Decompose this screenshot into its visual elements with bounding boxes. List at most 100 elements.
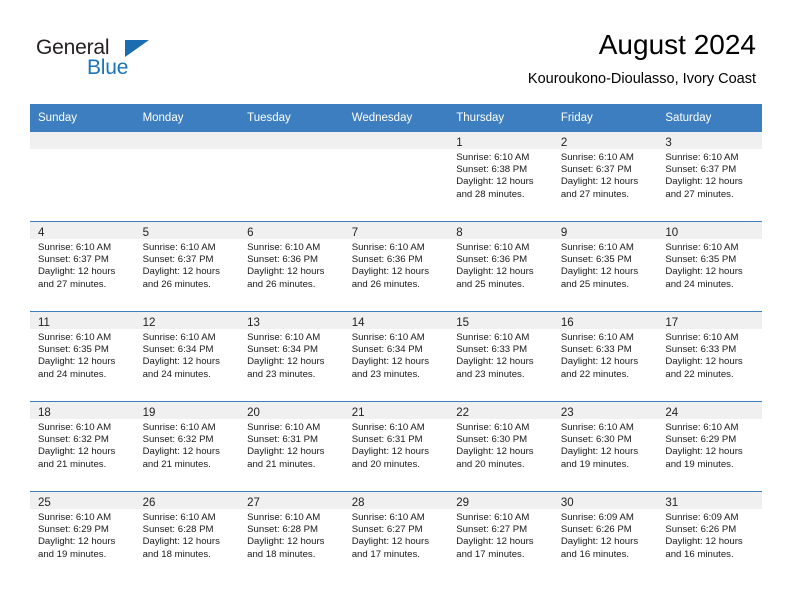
day-number: 6	[247, 227, 254, 239]
day-detail-line: Sunset: 6:29 PM	[665, 434, 737, 446]
day-detail-line: Sunrise: 6:10 AM	[665, 152, 739, 163]
day-number: 10	[665, 227, 679, 239]
calendar-body: 1 Sunrise: 6:10 AM Sunset: 6:38 PM Daylight…	[30, 132, 762, 581]
day-cell[interactable]: 13 Sunrise: 6:10 AM Sunset: 6:34 PM Dayligh…	[239, 311, 344, 402]
day-detail-line: and 20 minutes.	[351, 458, 420, 470]
day-number-band: 11	[30, 312, 135, 329]
day-cell[interactable]: 5 Sunrise: 6:10 AM Sunset: 6:37 PM Daylight…	[134, 221, 240, 312]
day-detail-line: Sunrise: 6:10 AM	[665, 242, 739, 253]
day-details	[30, 149, 135, 152]
day-cell[interactable]: 12 Sunrise: 6:10 AM Sunset: 6:34 PM Dayligh…	[134, 311, 240, 402]
day-detail-line: Sunrise: 6:10 AM	[142, 422, 216, 433]
day-detail-line: Daylight: 12 hours	[665, 266, 743, 278]
day-detail-line: and 26 minutes.	[142, 278, 211, 290]
calendar-table: Sunday Monday Tuesday Wednesday Thursday Frid…	[30, 104, 762, 581]
day-details	[239, 149, 344, 152]
day-detail-line: Sunset: 6:37 PM	[665, 164, 737, 176]
day-detail-line: Sunrise: 6:10 AM	[665, 422, 739, 433]
day-details: Sunrise: 6:10 AM Sunset: 6:29 PM Daylight:…	[657, 419, 762, 471]
day-detail-line: Daylight: 12 hours	[142, 356, 220, 368]
day-cell[interactable]: 2 Sunrise: 6:10 AM Sunset: 6:37 PM Daylight…	[552, 132, 658, 222]
day-number: 19	[142, 407, 156, 419]
day-number: 5	[142, 227, 149, 239]
day-cell[interactable]: 28 Sunrise: 6:10 AM Sunset: 6:27 PM Dayligh…	[343, 491, 449, 581]
day-cell[interactable]: 29 Sunrise: 6:10 AM Sunset: 6:27 PM Dayligh…	[448, 491, 553, 581]
day-cell[interactable]: 30 Sunrise: 6:09 AM Sunset: 6:26 PM Dayligh…	[552, 491, 658, 581]
day-cell[interactable]: 31 Sunrise: 6:09 AM Sunset: 6:26 PM Dayligh…	[657, 491, 762, 581]
day-cell[interactable]: 24 Sunrise: 6:10 AM Sunset: 6:29 PM Dayligh…	[657, 401, 762, 492]
day-detail-line: Daylight: 12 hours	[456, 446, 534, 458]
day-detail-line: and 19 minutes.	[665, 458, 734, 470]
day-detail-line: and 21 minutes.	[38, 458, 107, 470]
day-number: 9	[560, 227, 568, 239]
day-cell[interactable]: 17 Sunrise: 6:10 AM Sunset: 6:33 PM Dayligh…	[657, 311, 762, 402]
day-detail-line: and 23 minutes.	[247, 368, 316, 380]
weekday-header-thursday: Thursday	[448, 104, 553, 132]
day-detail-line: and 19 minutes.	[560, 458, 630, 470]
day-number-band	[134, 132, 240, 149]
day-number: 21	[351, 407, 365, 419]
day-number-band: 1	[448, 132, 553, 149]
day-cell[interactable]: 22 Sunrise: 6:10 AM Sunset: 6:30 PM Dayligh…	[448, 401, 553, 492]
day-number-band: 27	[239, 492, 344, 509]
day-details: Sunrise: 6:10 AM Sunset: 6:29 PM Daylight:…	[30, 509, 135, 561]
weekday-header-row: Sunday Monday Tuesday Wednesday Thursday Frid…	[30, 104, 762, 132]
day-cell-empty	[239, 132, 344, 222]
day-cell[interactable]: 27 Sunrise: 6:10 AM Sunset: 6:28 PM Dayligh…	[239, 491, 344, 581]
day-details	[135, 149, 240, 152]
day-detail-line: Daylight: 12 hours	[456, 266, 534, 278]
day-number: 1	[456, 137, 463, 149]
day-detail-line: and 24 minutes.	[38, 368, 107, 380]
day-cell[interactable]: 23 Sunrise: 6:10 AM Sunset: 6:30 PM Dayligh…	[552, 401, 658, 492]
day-number-band	[343, 132, 449, 149]
day-detail-line: Sunrise: 6:10 AM	[665, 332, 739, 343]
day-number-band: 2	[552, 132, 658, 149]
weekday-header-monday: Monday	[134, 104, 240, 132]
day-number-band: 29	[448, 492, 553, 509]
day-number-band: 12	[134, 312, 240, 329]
day-number: 12	[142, 317, 156, 329]
day-cell[interactable]: 18 Sunrise: 6:10 AM Sunset: 6:32 PM Dayligh…	[30, 401, 135, 492]
day-cell[interactable]: 11 Sunrise: 6:10 AM Sunset: 6:35 PM Dayligh…	[30, 311, 135, 402]
brand-logo[interactable]: General Blue	[36, 36, 216, 82]
day-details: Sunrise: 6:10 AM Sunset: 6:28 PM Daylight:…	[239, 509, 344, 561]
day-number-band: 14	[343, 312, 449, 329]
day-cell[interactable]: 21 Sunrise: 6:10 AM Sunset: 6:31 PM Dayligh…	[343, 401, 449, 492]
day-cell[interactable]: 4 Sunrise: 6:10 AM Sunset: 6:37 PM Daylight…	[30, 221, 135, 312]
day-number-band: 3	[657, 132, 762, 149]
day-cell[interactable]: 25 Sunrise: 6:10 AM Sunset: 6:29 PM Dayligh…	[30, 491, 135, 581]
day-cell[interactable]: 10 Sunrise: 6:10 AM Sunset: 6:35 PM Dayligh…	[657, 221, 762, 312]
day-cell[interactable]: 6 Sunrise: 6:10 AM Sunset: 6:36 PM Daylight…	[239, 221, 344, 312]
day-detail-line: Sunset: 6:35 PM	[665, 254, 737, 266]
day-detail-line: Sunrise: 6:10 AM	[351, 332, 425, 343]
day-detail-line: Daylight: 12 hours	[665, 176, 743, 188]
day-details: Sunrise: 6:10 AM Sunset: 6:35 PM Daylight:…	[30, 329, 135, 381]
day-cell[interactable]: 8 Sunrise: 6:10 AM Sunset: 6:36 PM Daylight…	[448, 221, 553, 312]
day-cell[interactable]: 3 Sunrise: 6:10 AM Sunset: 6:37 PM Daylight…	[657, 132, 762, 222]
day-detail-line: Daylight: 12 hours	[456, 176, 534, 188]
day-cell[interactable]: 20 Sunrise: 6:10 AM Sunset: 6:31 PM Dayligh…	[239, 401, 344, 492]
day-cell[interactable]: 1 Sunrise: 6:10 AM Sunset: 6:38 PM Daylight…	[448, 132, 553, 222]
day-number: 11	[38, 317, 50, 329]
day-detail-line: Sunset: 6:36 PM	[456, 254, 528, 266]
day-number: 14	[351, 317, 365, 329]
day-cell[interactable]: 14 Sunrise: 6:10 AM Sunset: 6:34 PM Dayligh…	[343, 311, 449, 402]
day-detail-line: Daylight: 12 hours	[560, 176, 639, 188]
location-subtitle: Kouroukono-Dioulasso, Ivory Coast	[527, 71, 756, 87]
day-detail-line: Sunrise: 6:10 AM	[351, 242, 425, 253]
day-cell[interactable]: 16 Sunrise: 6:10 AM Sunset: 6:33 PM Dayligh…	[552, 311, 658, 402]
day-details: Sunrise: 6:10 AM Sunset: 6:36 PM Daylight:…	[344, 239, 449, 291]
day-detail-line: and 16 minutes.	[665, 548, 734, 560]
day-detail-line: Sunset: 6:26 PM	[560, 524, 632, 536]
day-detail-line: and 17 minutes.	[351, 548, 420, 560]
day-details: Sunrise: 6:10 AM Sunset: 6:28 PM Daylight:…	[135, 509, 240, 561]
day-cell[interactable]: 19 Sunrise: 6:10 AM Sunset: 6:32 PM Dayligh…	[134, 401, 240, 492]
day-cell[interactable]: 9 Sunrise: 6:10 AM Sunset: 6:35 PM Daylight…	[552, 221, 658, 312]
day-cell[interactable]: 7 Sunrise: 6:10 AM Sunset: 6:36 PM Daylight…	[343, 221, 449, 312]
day-cell[interactable]: 26 Sunrise: 6:10 AM Sunset: 6:28 PM Dayligh…	[134, 491, 240, 581]
day-details: Sunrise: 6:10 AM Sunset: 6:31 PM Daylight:…	[239, 419, 344, 471]
day-detail-line: and 27 minutes.	[560, 188, 630, 200]
day-cell[interactable]: 15 Sunrise: 6:10 AM Sunset: 6:33 PM Dayligh…	[448, 311, 553, 402]
day-number-band: 22	[448, 402, 553, 419]
day-number-band: 21	[343, 402, 449, 419]
